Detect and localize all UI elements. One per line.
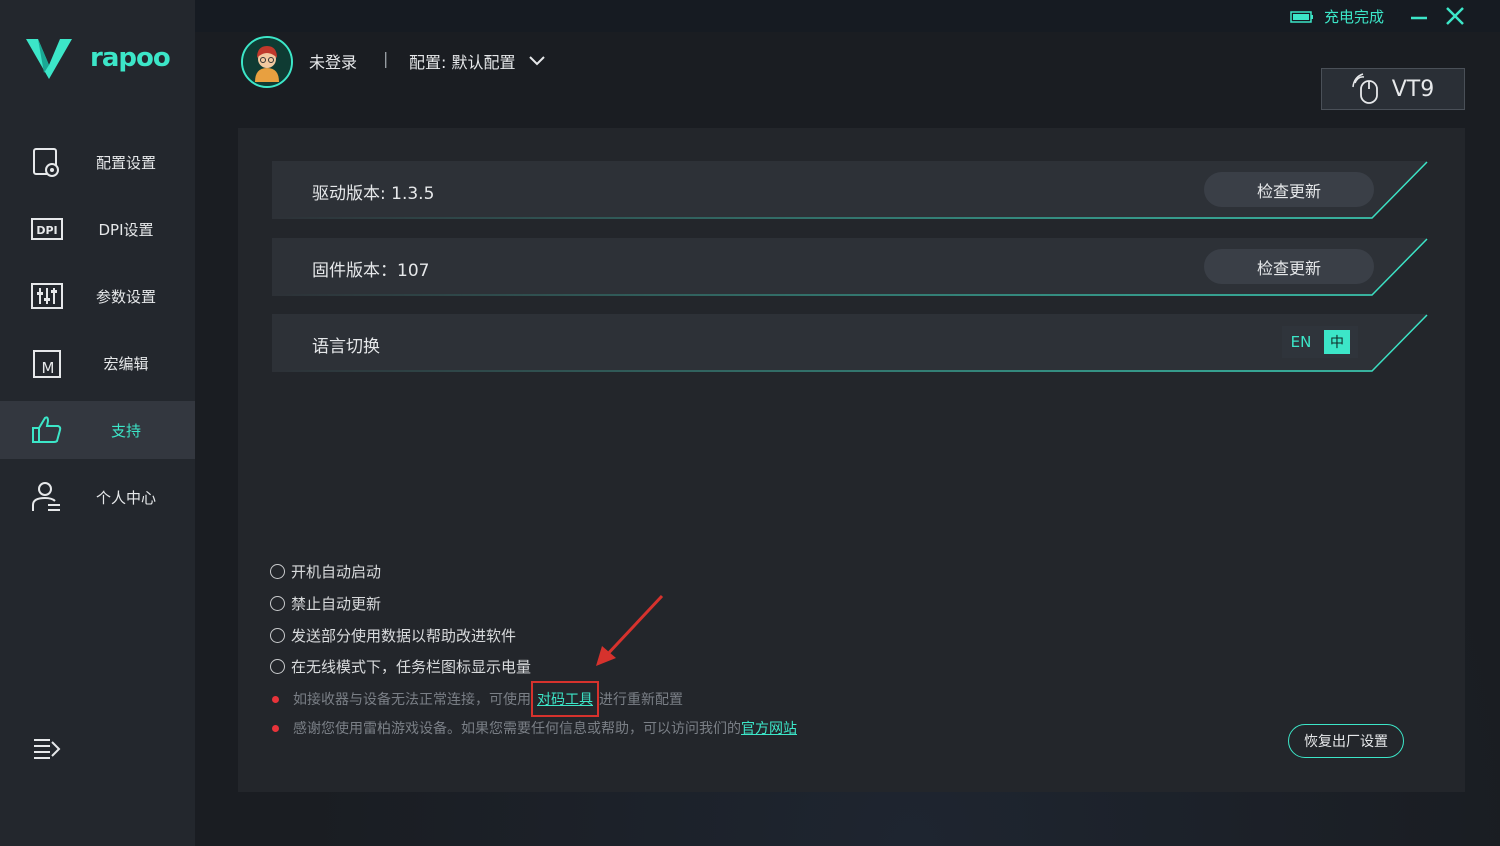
option-disable-update[interactable]: 禁止自动更新 — [270, 593, 381, 614]
lang-zh-option[interactable]: 中 — [1324, 330, 1350, 354]
note-text: 如接收器与设备无法正常连接，可使用 — [293, 692, 531, 708]
sidebar-item-label: 宏编辑 — [103, 354, 149, 373]
radio-button[interactable] — [270, 659, 285, 674]
device-button[interactable]: VT9 — [1321, 68, 1465, 110]
header-separator: | — [383, 49, 389, 68]
sidebar-item-label: DPI设置 — [98, 220, 154, 239]
battery-icon — [1290, 10, 1313, 23]
sidebar-item-user[interactable]: 个人中心 — [0, 468, 195, 526]
config-icon — [33, 148, 59, 177]
option-battery-icon[interactable]: 在无线模式下，任务栏图标显示电量 — [270, 656, 531, 677]
rapoo-logo: rapoo — [24, 34, 184, 82]
minimize-icon[interactable] — [1407, 4, 1431, 28]
sidebar-item-params[interactable]: 参数设置 — [0, 267, 195, 325]
language-label: 语言切换 — [312, 337, 380, 357]
option-send-usage-data[interactable]: 发送部分使用数据以帮助改进软件 — [270, 625, 516, 646]
row-background — [272, 314, 1428, 372]
official-website-link[interactable]: 官方网站 — [741, 718, 797, 738]
firmware-check-update-button[interactable]: 检查更新 — [1204, 249, 1374, 284]
thumbs-up-icon — [32, 416, 62, 443]
lang-en-option[interactable]: EN — [1282, 333, 1320, 351]
brand-name: rapoo — [90, 43, 171, 73]
highlight-box: 对码工具 — [531, 681, 599, 717]
annotation-arrow-icon — [596, 594, 664, 666]
option-auto-start[interactable]: 开机自动启动 — [270, 561, 381, 582]
sidebar: rapoo 配置设置 DPI DPI设置 参数设置 M 宏编辑 支持 个人中心 — [0, 0, 195, 846]
user-icon — [32, 482, 60, 511]
driver-version-label: 驱动版本: 1.3.5 — [312, 184, 435, 204]
sidebar-item-dpi[interactable]: DPI DPI设置 — [0, 200, 195, 258]
factory-reset-button[interactable]: 恢复出厂设置 — [1288, 724, 1404, 758]
bullet-dot — [272, 724, 279, 732]
v-logo-icon — [26, 39, 72, 79]
sidebar-item-support[interactable]: 支持 — [0, 401, 195, 459]
option-label: 禁止自动更新 — [291, 595, 382, 613]
website-note: 感谢您使用雷柏游戏设备。如果您需要任何信息或帮助，可以访问我们的 官方网站 — [272, 718, 797, 738]
avatar-icon — [243, 38, 291, 86]
mouse-icon — [1352, 73, 1378, 104]
radio-button[interactable] — [270, 564, 285, 579]
macro-icon: M — [33, 350, 61, 378]
profile-label: 配置: 默认配置 — [409, 53, 516, 72]
main-area: 充电完成 未登录 | 配置: 默认配置 VT9 驱动版本: 1.3.5 检查更新… — [195, 0, 1500, 846]
pairing-tool-link[interactable]: 对码工具 — [537, 692, 593, 708]
dpi-icon: DPI — [31, 218, 63, 240]
option-label: 在无线模式下，任务栏图标显示电量 — [291, 658, 532, 676]
profile-dropdown[interactable]: 配置: 默认配置 — [409, 49, 546, 73]
svg-text:M: M — [42, 359, 55, 377]
sidebar-item-macro[interactable]: M 宏编辑 — [0, 334, 195, 392]
firmware-version-row: 固件版本：107 检查更新 — [272, 238, 1428, 296]
charge-status-text: 充电完成 — [1323, 8, 1384, 26]
note-text: 感谢您使用雷柏游戏设备。如果您需要任何信息或帮助，可以访问我们的 — [293, 721, 741, 737]
driver-check-update-button[interactable]: 检查更新 — [1204, 172, 1374, 207]
svg-text:DPI: DPI — [36, 224, 57, 237]
sidebar-item-label: 个人中心 — [95, 488, 156, 507]
params-icon — [31, 283, 63, 309]
language-row: 语言切换 EN 中 — [272, 314, 1428, 372]
bullet-dot — [272, 695, 279, 703]
option-label: 开机自动启动 — [291, 563, 382, 581]
avatar[interactable] — [241, 36, 293, 88]
sidebar-item-label: 配置设置 — [95, 153, 156, 172]
chevron-down-icon — [529, 56, 546, 66]
language-toggle[interactable]: EN 中 — [1282, 326, 1358, 358]
radio-button[interactable] — [270, 628, 285, 643]
driver-version-row: 驱动版本: 1.3.5 检查更新 — [272, 161, 1428, 219]
sidebar-item-label: 参数设置 — [95, 287, 156, 306]
device-name: VT9 — [1391, 76, 1435, 102]
firmware-version-label: 固件版本：107 — [312, 261, 430, 281]
sidebar-item-config[interactable]: 配置设置 — [0, 133, 195, 191]
pairing-note: 如接收器与设备无法正常连接，可使用 对码工具 进行重新配置 — [272, 681, 683, 717]
sidebar-item-label: 支持 — [110, 421, 141, 440]
note-text: 进行重新配置 — [599, 692, 683, 708]
support-panel: 驱动版本: 1.3.5 检查更新 固件版本：107 检查更新 语言切换 EN 中 — [238, 128, 1465, 792]
radio-button[interactable] — [270, 596, 285, 611]
menu-collapse-icon[interactable] — [32, 736, 62, 762]
option-label: 发送部分使用数据以帮助改进软件 — [291, 627, 517, 645]
charge-status: 充电完成 — [1290, 6, 1384, 27]
login-status[interactable]: 未登录 — [309, 49, 357, 73]
close-icon[interactable] — [1443, 4, 1467, 28]
